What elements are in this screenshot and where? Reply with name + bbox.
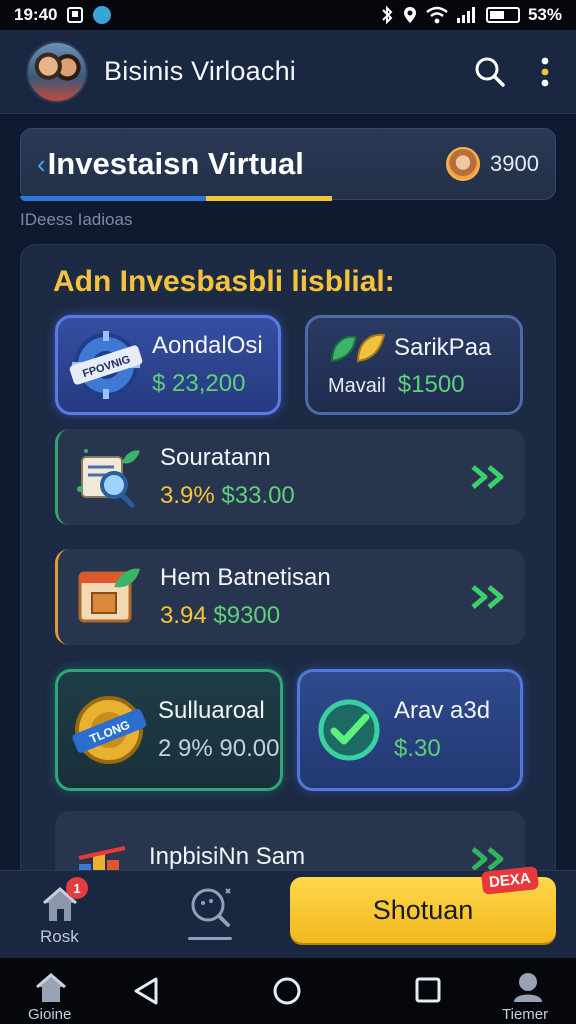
cta-label: Shotuan (372, 894, 474, 925)
status-bar: 19:40 53% (0, 0, 576, 30)
search-tab-indicator (188, 937, 232, 940)
system-right-label: Tiemer (502, 1006, 549, 1023)
tile-value: $.30 (394, 735, 441, 762)
panel-heading: Adn Invesbasbli lisblial: (53, 265, 395, 298)
location-icon (403, 7, 416, 23)
check-badge-icon (318, 699, 380, 761)
double-chevron-right-icon[interactable] (469, 846, 509, 872)
row-name: InpbisiNn Sam (149, 843, 306, 870)
notification-icon (67, 7, 84, 23)
tile-value: 90.00 (219, 735, 280, 762)
magnifier-chart-icon (77, 449, 140, 508)
tile-name: Sulluaroal (158, 697, 265, 724)
row-percent: 3.9% (160, 482, 215, 509)
double-chevron-right-icon[interactable] (469, 584, 509, 610)
home-tab-label: Rosk (40, 927, 79, 946)
app-title: Bisinis Virloachi (104, 56, 296, 86)
leaf-icon (330, 333, 386, 363)
system-left-label: Gioine (28, 1006, 72, 1023)
bluetooth-icon (382, 6, 393, 24)
avatar[interactable] (26, 40, 88, 103)
tile-name: AondalOsi (152, 332, 263, 359)
row-name: Souratann (160, 444, 271, 471)
tile-percent: 2 9% (158, 735, 213, 762)
system-home-icon[interactable] (34, 972, 68, 1004)
tile-name: Arav a3d (394, 697, 491, 724)
back-chevron-icon[interactable]: ‹ (37, 149, 46, 180)
coin-avatar-icon (446, 147, 481, 181)
investment-tile-4[interactable]: Arav a3d $.30 (297, 669, 523, 791)
investment-tile-3[interactable]: TLONG Sulluaroal 2 9% 90.00 (55, 669, 283, 791)
row-percent: 3.94 (160, 602, 207, 629)
battery-icon (485, 7, 520, 23)
tile-name: SarikPaa (394, 334, 492, 361)
app-notification-icon (93, 6, 112, 24)
back-triangle-icon[interactable] (132, 976, 160, 1006)
coin-balance[interactable]: 3900 (446, 147, 539, 181)
document-chart-icon (78, 568, 140, 623)
home-circle-icon[interactable] (272, 976, 302, 1006)
coin-value: 3900 (490, 151, 539, 176)
battery-level: 53% (527, 5, 562, 24)
tile-value: $1500 (397, 371, 465, 398)
wifi-icon (426, 6, 448, 24)
investment-row-2[interactable]: Hem Batnetisan 3.94 $9300 (55, 549, 525, 645)
section-title: Investaisn Virtual (47, 146, 304, 181)
investment-tile-2[interactable]: SarikPaa Mavail $1500 (305, 315, 523, 415)
investment-row-1[interactable]: Souratann 3.9% $33.00 (55, 429, 525, 525)
notification-badge: 1 (66, 877, 88, 899)
profile-icon[interactable] (510, 970, 546, 1004)
gold-badge-icon: TLONG (72, 696, 147, 764)
search-face-icon (191, 888, 231, 927)
search-tab[interactable] (188, 885, 234, 941)
system-navigation-bar: Gioine Tiemer (0, 958, 576, 1024)
investment-panel: Adn Invesbasbli lisblial: FPOVNIG Aondal… (20, 244, 556, 884)
gear-badge-icon: FPOVNIG (69, 331, 143, 399)
row-value: $33.00 (221, 482, 295, 509)
signal-icon (456, 7, 475, 23)
bottom-action-bar: 1 Rosk Shotuan DEXA (0, 866, 576, 958)
app-header: Bisinis Virloachi (0, 30, 576, 114)
recents-square-icon[interactable] (414, 976, 442, 1004)
primary-cta-button[interactable]: Shotuan DEXA (290, 866, 556, 943)
row-name: Hem Batnetisan (160, 564, 331, 591)
search-icon[interactable] (474, 56, 506, 88)
tile-label: Mavail (328, 375, 386, 397)
sub-caption: IDeess Iadioas (20, 210, 133, 229)
tab-indicator (20, 196, 556, 202)
cta-tag: DEXA (481, 866, 540, 895)
section-header-card: ‹ Investaisn Virtual 3900 (20, 128, 556, 200)
more-options-icon[interactable] (540, 56, 550, 88)
status-time: 19:40 (14, 5, 58, 24)
double-chevron-right-icon[interactable] (469, 464, 509, 490)
row-value: $9300 (213, 602, 281, 629)
investment-tile-1[interactable]: FPOVNIG AondalOsi $ 23,200 (55, 315, 281, 415)
tile-value: $ 23,200 (152, 370, 246, 397)
